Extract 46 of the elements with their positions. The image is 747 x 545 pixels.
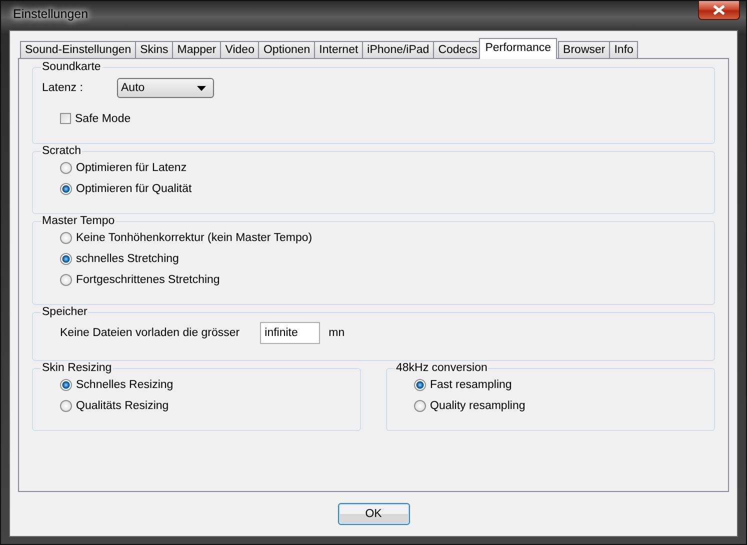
tab[interactable]: Skins [135, 41, 174, 58]
radio-label: Optimieren für Latenz [76, 162, 187, 174]
radio-label: Fast resampling [430, 378, 512, 390]
field-label: Keine Dateien vorladen die grösser [60, 327, 240, 339]
group-title: Skin Resizing [41, 362, 113, 374]
tab[interactable]: iPhone/iPad [362, 41, 434, 58]
unit-label: mn [328, 327, 345, 339]
tab[interactable]: Sound-Einstellungen [20, 41, 136, 58]
group-title: Speicher [41, 306, 88, 318]
checkbox-label: Safe Mode [75, 112, 131, 124]
radio-button[interactable] [60, 182, 72, 194]
radio-button[interactable] [414, 378, 426, 390]
radio-label: Schnelles Resizing [76, 378, 174, 390]
radio-label: schnelles Stretching [76, 252, 179, 264]
group-title: Soundkarte [41, 61, 102, 73]
radio-button[interactable] [60, 252, 72, 264]
radio-button[interactable] [60, 378, 72, 390]
window-title: Einstellungen [12, 7, 90, 21]
field-label: Latenz : [42, 82, 84, 94]
radio-label: Fortgeschrittenes Stretching [76, 274, 220, 286]
tab[interactable]: Info [609, 41, 638, 58]
latency-dropdown[interactable]: Auto [117, 78, 214, 98]
radio-label: Optimieren für Qualität [76, 182, 192, 194]
tab[interactable]: Internet [314, 41, 364, 58]
radio-button[interactable] [60, 162, 72, 174]
group-title: Scratch [41, 145, 82, 157]
radio-button[interactable] [60, 274, 72, 286]
group-title: 48kHz conversion [395, 362, 488, 374]
close-button[interactable] [698, 1, 740, 20]
radio-label: Quality resampling [430, 400, 526, 412]
ok-button[interactable]: OK [338, 503, 410, 525]
tab[interactable]: Mapper [172, 41, 222, 58]
radio-button[interactable] [414, 400, 426, 412]
radio-label: Qualitäts Resizing [76, 400, 169, 412]
tab[interactable]: Performance [479, 38, 558, 59]
radio-label: Keine Tonhöhenkorrektur (kein Master Tempo) [76, 232, 312, 244]
tab[interactable]: Browser [558, 41, 610, 58]
text-field[interactable]: infinite [260, 322, 320, 344]
dropdown-arrow-icon [197, 86, 206, 90]
tab[interactable]: Optionen [258, 41, 316, 58]
tab[interactable]: Video [220, 41, 260, 58]
radio-button[interactable] [60, 232, 72, 244]
checkbox[interactable] [60, 113, 71, 124]
radio-button[interactable] [60, 400, 72, 412]
close-icon [713, 5, 725, 15]
group-title: Master Tempo [41, 215, 116, 227]
